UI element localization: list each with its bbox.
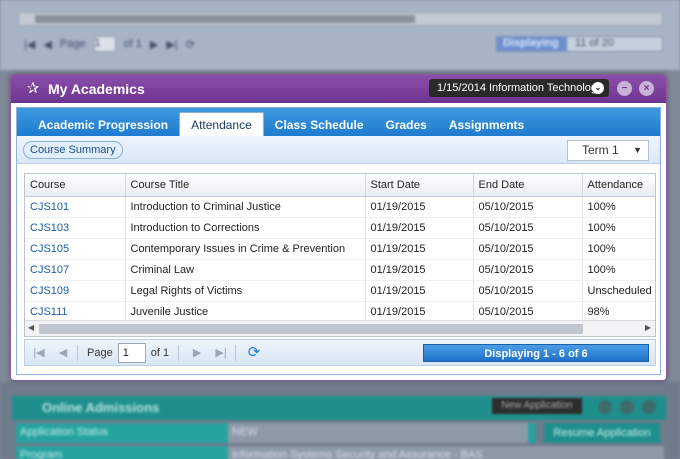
next-page-icon[interactable]: ▶ <box>187 343 207 363</box>
attendance-toolbar: Course Summary Term 1 ▼ <box>17 136 660 164</box>
minimize-button[interactable]: − <box>617 81 632 96</box>
course-title-cell: Criminal Law <box>125 259 366 281</box>
window-title-bar[interactable]: ✰ My Academics 1/15/2014 Information Tec… <box>11 75 666 103</box>
attendance-cell: 98% <box>582 301 655 320</box>
end-date-cell: 05/10/2015 <box>473 259 583 281</box>
program-term-value: 1/15/2014 Information Technology <box>437 82 603 94</box>
header-course-title[interactable]: Course Title <box>125 174 366 197</box>
table-row[interactable]: CJS111 Juvenile Justice 01/19/2015 05/10… <box>25 301 655 320</box>
term-combo[interactable]: Term 1 ▼ <box>567 140 649 161</box>
course-title-cell: Introduction to Criminal Justice <box>125 196 366 218</box>
tab-bar: Academic Progression Attendance Class Sc… <box>17 108 660 136</box>
chevron-down-icon: ⌄ <box>592 82 604 94</box>
background-page-input: 1 <box>93 36 116 52</box>
course-code-link[interactable]: CJS105 <box>25 238 126 260</box>
table-row[interactable]: CJS109 Legal Rights of Victims 01/19/201… <box>25 280 655 302</box>
start-date-cell: 01/19/2015 <box>365 217 474 239</box>
table-row[interactable]: CJS107 Criminal Law 01/19/2015 05/10/201… <box>25 259 655 281</box>
page-of-label: of 1 <box>150 346 170 359</box>
header-course[interactable]: Course <box>25 174 126 197</box>
scroll-left-icon[interactable]: ◀ <box>28 323 34 332</box>
close-button[interactable]: × <box>639 81 654 96</box>
background-page-of: of 1 <box>123 38 142 50</box>
course-title-cell: Legal Rights of Victims <box>125 280 366 302</box>
program-term-select[interactable]: 1/15/2014 Information Technology ⌄ <box>429 79 609 97</box>
course-code-link[interactable]: CJS109 <box>25 280 126 302</box>
background-row: Program Information Systems Security and… <box>16 446 664 459</box>
background-settings-icon <box>620 400 634 414</box>
previous-page-icon[interactable]: ◀ <box>53 343 73 363</box>
background-scrollbar <box>18 12 663 26</box>
pager-separator <box>178 344 180 361</box>
course-title-cell: Contemporary Issues in Crime & Preventio… <box>125 238 366 260</box>
background-page-label: Page <box>59 38 86 50</box>
term-combo-value: Term 1 <box>582 143 619 157</box>
background-close-icon <box>642 400 656 414</box>
course-title-cell: Introduction to Corrections <box>125 217 366 239</box>
scroll-right-icon[interactable]: ▶ <box>645 323 651 332</box>
end-date-cell: 05/10/2015 <box>473 238 583 260</box>
window-title: My Academics <box>48 81 145 97</box>
grid-pager: |◀ ◀ Page 1 of 1 ▶ ▶| ⟳ Displaying 1 - 6… <box>24 339 656 366</box>
background-displaying: Displaying 11 of 20 <box>496 36 663 52</box>
start-date-cell: 01/19/2015 <box>365 280 474 302</box>
end-date-cell: 05/10/2015 <box>473 301 583 320</box>
star-icon: ✰ <box>26 80 40 97</box>
table-row[interactable]: CJS103 Introduction to Corrections 01/19… <box>25 217 655 239</box>
table-row[interactable]: CJS105 Contemporary Issues in Crime & Pr… <box>25 238 655 260</box>
attendance-cell: 100% <box>582 196 655 218</box>
start-date-cell: 01/19/2015 <box>365 238 474 260</box>
last-page-icon[interactable]: ▶| <box>211 343 231 363</box>
header-attendance[interactable]: Attendance <box>582 174 655 197</box>
background-row: Application Status NEW <box>16 423 536 443</box>
attendance-cell: 100% <box>582 217 655 239</box>
attendance-cell: Unscheduled <box>582 280 655 302</box>
scrollbar-thumb[interactable] <box>39 324 583 334</box>
attendance-cell: 100% <box>582 259 655 281</box>
tab-academic-progression[interactable]: Academic Progression <box>27 114 179 136</box>
course-code-link[interactable]: CJS111 <box>25 301 126 320</box>
displaying-status: Displaying 1 - 6 of 6 <box>423 344 649 362</box>
end-date-cell: 05/10/2015 <box>473 217 583 239</box>
background-refresh-icon <box>598 400 612 414</box>
tab-class-schedule[interactable]: Class Schedule <box>264 114 375 136</box>
course-code-link[interactable]: CJS101 <box>25 196 126 218</box>
pager-separator <box>235 344 237 361</box>
horizontal-scrollbar[interactable]: ◀ ▶ <box>25 320 655 336</box>
course-title-cell: Juvenile Justice <box>125 301 366 320</box>
grid-body[interactable]: Course Course Title Start Date End Date … <box>25 174 655 320</box>
background-resume-button: Resume Application <box>544 423 660 443</box>
course-code-link[interactable]: CJS103 <box>25 217 126 239</box>
course-summary-button[interactable]: Course Summary <box>23 141 123 159</box>
page-number-input[interactable]: 1 <box>117 342 146 363</box>
first-page-icon[interactable]: |◀ <box>29 343 49 363</box>
tab-attendance[interactable]: Attendance <box>179 112 264 136</box>
header-start-date[interactable]: Start Date <box>365 174 474 197</box>
start-date-cell: 01/19/2015 <box>365 196 474 218</box>
background-pager: |◀ ◀ Page 1 of 1 ▶ ▶| ⟳ Displaying 11 of 20 <box>18 34 663 54</box>
table-header-row: Course Course Title Start Date End Date … <box>25 174 655 197</box>
attendance-cell: 100% <box>582 238 655 260</box>
attendance-table: Course Course Title Start Date End Date … <box>25 174 655 320</box>
background-app-top: |◀ ◀ Page 1 of 1 ▶ ▶| ⟳ Displaying 11 of 20 <box>0 0 680 70</box>
end-date-cell: 05/10/2015 <box>473 280 583 302</box>
tab-assignments[interactable]: Assignments <box>438 114 535 136</box>
end-date-cell: 05/10/2015 <box>473 196 583 218</box>
header-end-date[interactable]: End Date <box>473 174 583 197</box>
pager-separator <box>77 344 78 361</box>
background-new-application-button: New Application <box>492 398 582 414</box>
refresh-icon[interactable]: ⟳ <box>244 343 264 363</box>
page-label: Page <box>87 346 113 359</box>
table-row[interactable]: CJS101 Introduction to Criminal Justice … <box>25 196 655 218</box>
chevron-down-icon: ▼ <box>633 145 642 155</box>
start-date-cell: 01/19/2015 <box>365 259 474 281</box>
attendance-grid: Course Course Title Start Date End Date … <box>24 173 656 337</box>
start-date-cell: 01/19/2015 <box>365 301 474 320</box>
course-code-link[interactable]: CJS107 <box>25 259 126 281</box>
tab-grades[interactable]: Grades <box>375 114 438 136</box>
